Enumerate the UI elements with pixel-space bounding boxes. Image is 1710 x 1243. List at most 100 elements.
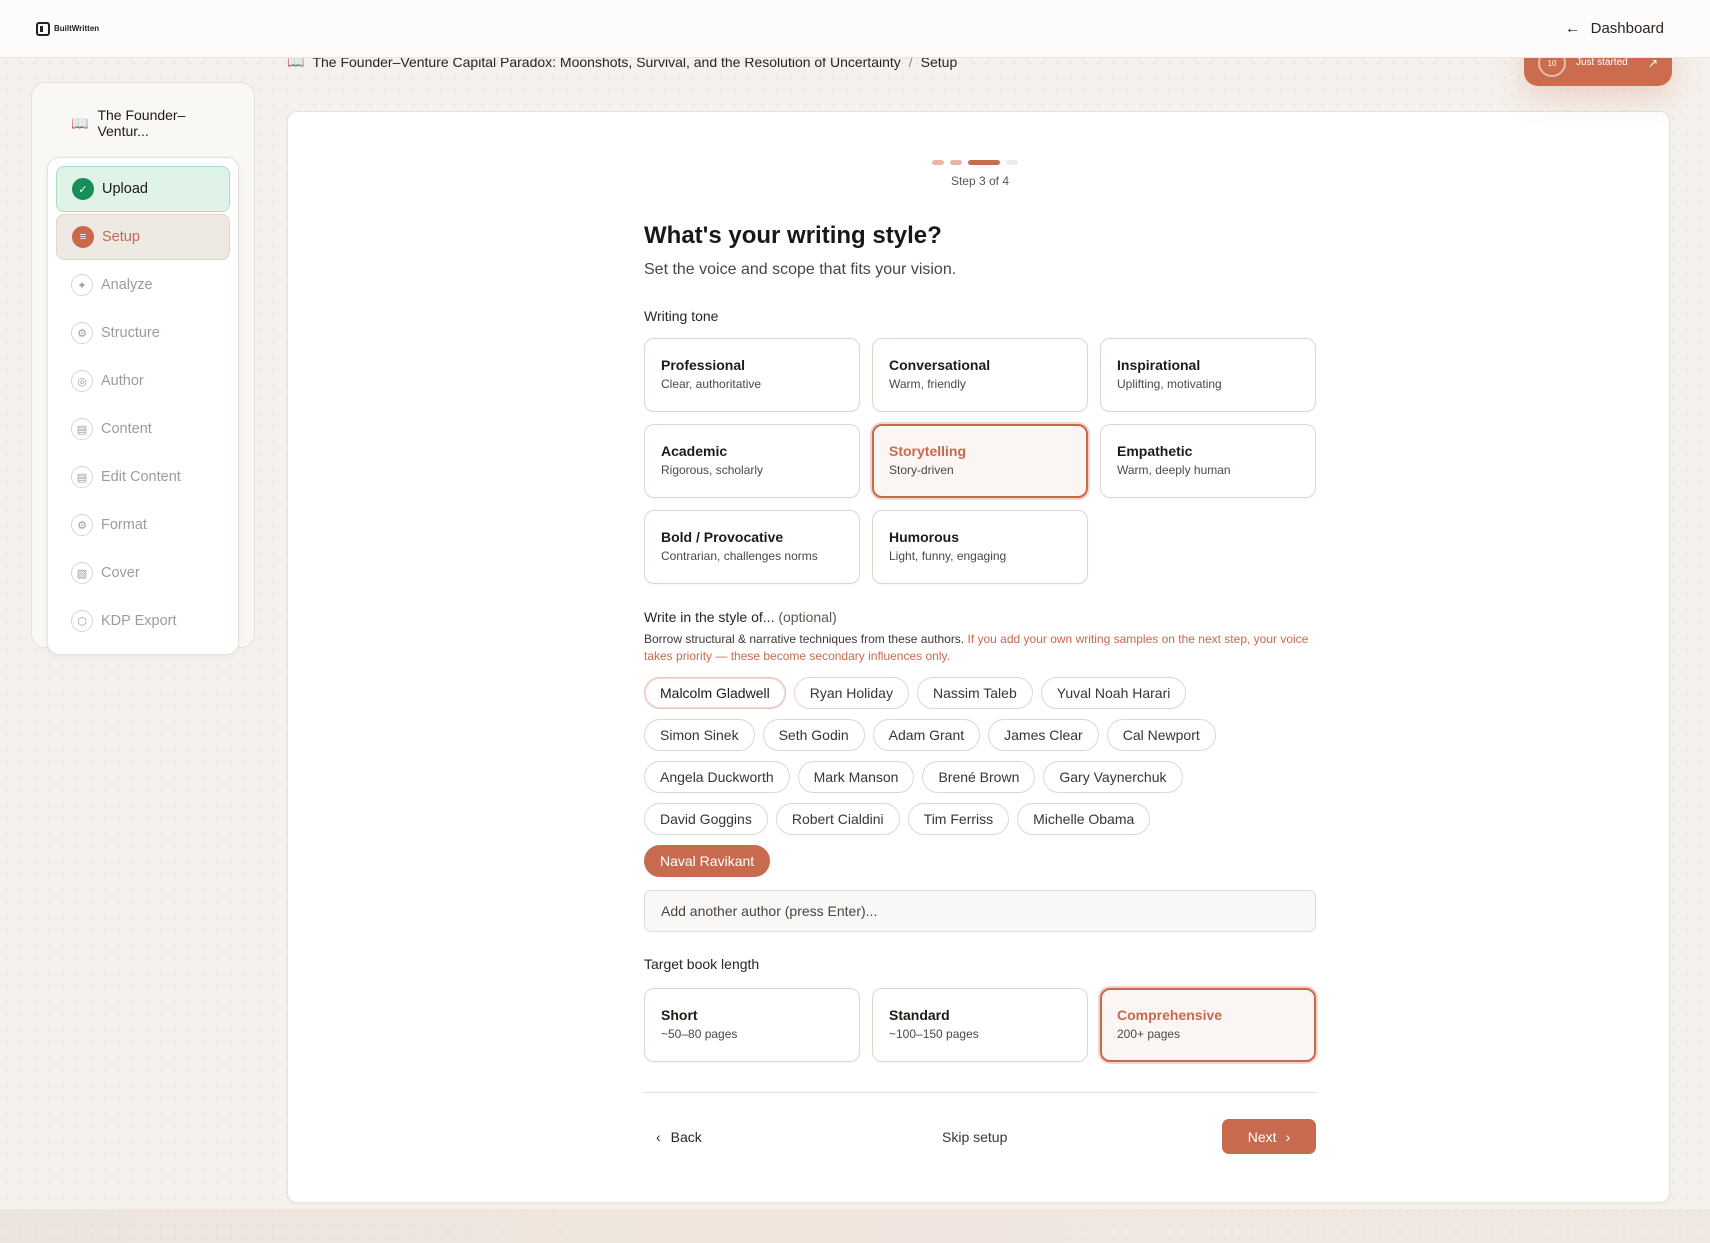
author-chip-yuval-noah-harari[interactable]: Yuval Noah Harari	[1040, 677, 1187, 709]
optional-label: (optional)	[778, 609, 837, 625]
sidebar-item-content[interactable]: ▤ Content	[56, 406, 230, 452]
sidebar-item-analyze[interactable]: ✦ Analyze	[56, 262, 230, 308]
length-card-title: Short	[661, 1007, 698, 1023]
length-card-subtitle: ~100–150 pages	[889, 1027, 979, 1041]
app-logo[interactable]: BuiltWritten	[36, 21, 99, 36]
tone-card-title: Storytelling	[889, 443, 967, 459]
tone-card-academic[interactable]: Academic Rigorous, scholarly	[644, 424, 860, 498]
dashboard-label: Dashboard	[1590, 20, 1664, 37]
sidebar-item-kdp-export[interactable]: ⬡ KDP Export	[56, 598, 230, 644]
sidebar-item-label: Analyze	[101, 277, 153, 293]
author-chip-tim-ferriss[interactable]: Tim Ferriss	[907, 803, 1010, 835]
author-chip-gary-vaynerchuk[interactable]: Gary Vaynerchuk	[1043, 761, 1183, 793]
style-description-main: Borrow structural & narrative techniques…	[644, 632, 965, 646]
sidebar-item-setup[interactable]: ≡ Setup	[56, 214, 230, 260]
author-chip-angela-duckworth[interactable]: Angela Duckworth	[644, 761, 790, 793]
chevron-right-icon: ›	[1285, 1128, 1291, 1145]
length-card-title: Standard	[889, 1007, 950, 1023]
tone-card-conversational[interactable]: Conversational Warm, friendly	[872, 338, 1088, 412]
page-subtitle: Set the voice and scope that fits your v…	[644, 261, 957, 278]
book-logo-icon	[36, 21, 50, 36]
author-chip-james-clear[interactable]: James Clear	[988, 719, 1099, 751]
tone-card-subtitle: Uplifting, motivating	[1117, 377, 1222, 391]
length-card-standard[interactable]: Standard ~100–150 pages	[872, 988, 1088, 1062]
sidebar-item-format[interactable]: ⚙ Format	[56, 502, 230, 548]
author-chip-robert-cialdini[interactable]: Robert Cialdini	[775, 803, 900, 835]
sidebar-item-label: Content	[101, 421, 152, 437]
sidebar-item-edit-content[interactable]: ▤ Edit Content	[56, 454, 230, 500]
length-card-short[interactable]: Short ~50–80 pages	[644, 988, 860, 1062]
author-chip-brene-brown[interactable]: Brené Brown	[922, 761, 1036, 793]
steps-card: ✓ Upload ≡ Setup ✦ Analyze ⚙ Structure ◎…	[47, 157, 239, 655]
author-chip-adam-grant[interactable]: Adam Grant	[872, 719, 981, 751]
tone-card-subtitle: Contrarian, challenges norms	[661, 549, 818, 563]
length-card-subtitle: ~50–80 pages	[661, 1027, 738, 1041]
package-icon: ⬡	[71, 610, 93, 632]
author-chip-seth-godin[interactable]: Seth Godin	[762, 719, 865, 751]
author-chip-simon-sinek[interactable]: Simon Sinek	[644, 719, 755, 751]
sidebar-item-cover[interactable]: ▧ Cover	[56, 550, 230, 596]
author-chip-michelle-obama[interactable]: Michelle Obama	[1017, 803, 1151, 835]
arrow-left-icon: ←	[1564, 19, 1581, 37]
length-card-subtitle: 200+ pages	[1117, 1027, 1181, 1041]
tone-card-title: Academic	[661, 443, 728, 459]
author-chip-row: Angela Duckworth Mark Manson Brené Brown…	[644, 761, 1316, 793]
author-chip-david-goggins[interactable]: David Goggins	[644, 803, 768, 835]
step-dot	[950, 160, 962, 165]
add-author-input[interactable]	[644, 890, 1316, 932]
author-chip-naval-ravikant[interactable]: Naval Ravikant	[644, 845, 771, 877]
check-circle-icon: ✓	[72, 178, 94, 200]
sidebar-project-title: The Founder–Ventur...	[97, 107, 186, 139]
step-progress-dots	[932, 160, 1018, 165]
author-chip-malcolm-gladwell[interactable]: Malcolm Gladwell	[644, 677, 786, 709]
tone-card-humorous[interactable]: Humorous Light, funny, engaging	[872, 510, 1088, 584]
sidebar-item-upload[interactable]: ✓ Upload	[56, 166, 230, 212]
sidebar-item-label: Setup	[102, 229, 140, 245]
step-dot	[1006, 160, 1018, 165]
tone-card-storytelling[interactable]: Storytelling Story-driven	[872, 424, 1088, 498]
sidebar: 📖 The Founder–Ventur... ✓ Upload ≡ Setup…	[31, 82, 255, 655]
tone-card-subtitle: Warm, friendly	[889, 377, 966, 391]
chevron-left-icon: ‹	[656, 1129, 661, 1145]
step-dot	[932, 160, 944, 165]
back-label: Back	[670, 1129, 702, 1145]
length-card-comprehensive[interactable]: Comprehensive 200+ pages	[1100, 988, 1316, 1062]
tone-card-subtitle: Light, funny, engaging	[889, 549, 1007, 563]
sidebar-item-label: KDP Export	[101, 613, 177, 629]
next-label: Next	[1247, 1128, 1277, 1145]
skip-setup-button[interactable]: Skip setup	[942, 1119, 1007, 1155]
author-chip-mark-manson[interactable]: Mark Manson	[797, 761, 915, 793]
gear-icon: ⚙	[71, 322, 93, 344]
tone-card-professional[interactable]: Professional Clear, authoritative	[644, 338, 860, 412]
sidebar-project[interactable]: 📖 The Founder–Ventur...	[47, 97, 239, 149]
length-card-title: Comprehensive	[1117, 1007, 1223, 1023]
back-button[interactable]: ‹ Back	[656, 1119, 702, 1155]
author-chip-row: Simon Sinek Seth Godin Adam Grant James …	[644, 719, 1316, 751]
author-chip-cal-newport[interactable]: Cal Newport	[1106, 719, 1216, 751]
tone-card-empathetic[interactable]: Empathetic Warm, deeply human	[1100, 424, 1316, 498]
sidebar-item-author[interactable]: ◎ Author	[56, 358, 230, 404]
author-chip-ryan-holiday[interactable]: Ryan Holiday	[793, 677, 909, 709]
sidebar-item-label: Structure	[101, 325, 160, 341]
gear-icon: ⚙	[71, 514, 93, 536]
sliders-icon: ≡	[72, 226, 94, 248]
sidebar-item-label: Author	[101, 373, 144, 389]
dashboard-button[interactable]: ← Dashboard	[1565, 20, 1674, 38]
tone-card-subtitle: Rigorous, scholarly	[661, 463, 764, 477]
sidebar-item-label: Format	[101, 517, 147, 533]
tone-card-subtitle: Story-driven	[889, 463, 954, 477]
author-chip-nassim-taleb[interactable]: Nassim Taleb	[916, 677, 1033, 709]
style-of-title: Write in the style of...	[644, 609, 775, 625]
author-chip-row: David Goggins Robert Cialdini Tim Ferris…	[644, 803, 1316, 835]
author-chip-list: Malcolm Gladwell Ryan Holiday Nassim Tal…	[644, 677, 1316, 887]
next-button[interactable]: Next ›	[1222, 1119, 1316, 1154]
user-icon: ◎	[71, 370, 93, 392]
tone-card-title: Bold / Provocative	[661, 529, 784, 545]
trend-up-icon: ↗	[1647, 56, 1658, 70]
sidebar-item-structure[interactable]: ⚙ Structure	[56, 310, 230, 356]
background-blur	[0, 1209, 1710, 1243]
tone-card-bold-provocative[interactable]: Bold / Provocative Contrarian, challenge…	[644, 510, 860, 584]
tone-card-inspirational[interactable]: Inspirational Uplifting, motivating	[1100, 338, 1316, 412]
main-panel: Step 3 of 4 What's your writing style? S…	[287, 111, 1670, 1203]
step-count: Step 3 of 4	[950, 174, 1010, 188]
